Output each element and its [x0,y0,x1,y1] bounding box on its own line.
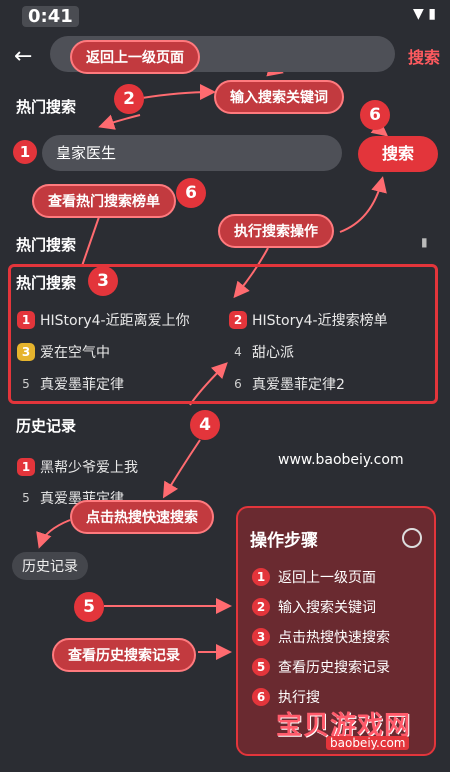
step-num-6: 6 [252,688,270,706]
history-item-1[interactable]: 黑帮少爷爱上我 [40,457,138,477]
callout-back: 返回上一级页面 [70,40,200,74]
step-num-3: 3 [252,628,270,646]
status-icons: ▼ ▮ [413,6,436,22]
trash-icon[interactable]: ▮ [421,235,428,249]
hot-item-1[interactable]: HIStory4-近距离爱上你 [40,310,190,330]
watermark-logo-sub: baobeiy.com [326,736,410,750]
step-text-1: 返回上一级页面 [278,570,376,586]
hot-rank-4: 4 [234,345,242,359]
hot-item-2[interactable]: HIStory4-近搜索榜单 [252,310,388,330]
badge-6: 6 [360,100,390,130]
badge-2: 2 [114,84,144,114]
step-text-2: 输入搜索关键词 [278,600,376,616]
search-button[interactable]: 搜索 [358,136,438,172]
back-arrow-icon[interactable]: ← [14,44,32,69]
badge-4: 4 [190,410,220,440]
hot-rank-5: 5 [22,377,30,391]
search-input[interactable]: 皇家医生 [42,135,342,171]
callout-execute: 执行搜索操作 [218,214,334,248]
callout-view-history: 查看历史搜索记录 [52,638,196,672]
status-time: 0:41 [22,6,79,27]
clock-icon [402,528,422,548]
hot-rank-3: 3 [17,343,35,361]
step-text-5: 查看历史搜索记录 [278,660,390,676]
hot-box-title: 热门搜索 [16,274,77,292]
badge-1: 1 [13,140,37,164]
hot-rank-2: 2 [229,311,247,329]
history-chip[interactable]: 历史记录 [12,552,88,580]
step-text-6: 执行搜 [278,690,320,706]
section-hot-search: 热门搜索 [16,98,77,116]
callout-click-hot: 点击热搜快速搜索 [70,500,214,534]
step-num-2: 2 [252,598,270,616]
topbar-search-button[interactable]: 搜索 [408,44,440,68]
callout-view-hot: 查看热门搜索榜单 [32,184,176,218]
section-hot-search-2: 热门搜索 [16,236,77,254]
hot-item-4[interactable]: 甜心派 [252,342,294,362]
hot-rank-1: 1 [17,311,35,329]
badge-6b: 6 [176,178,206,208]
step-num-5: 5 [252,658,270,676]
hot-item-6[interactable]: 真爱墨菲定律2 [252,374,345,394]
hot-rank-6: 6 [234,377,242,391]
badge-3: 3 [88,266,118,296]
battery-icon: ▮ [428,6,436,22]
wifi-icon: ▼ [413,6,424,22]
badge-5: 5 [74,592,104,622]
watermark-url: www.baobeiy.com [278,452,404,468]
hot-item-3[interactable]: 爱在空气中 [40,342,110,362]
history-rank-1: 1 [17,458,35,476]
step-num-1: 1 [252,568,270,586]
steps-title: 操作步骤 [250,531,318,551]
history-rank-2: 5 [22,491,30,505]
section-history: 历史记录 [16,417,77,435]
hot-item-5[interactable]: 真爱墨菲定律 [40,374,124,394]
step-text-3: 点击热搜快速搜索 [278,630,390,646]
callout-input: 输入搜索关键词 [214,80,344,114]
